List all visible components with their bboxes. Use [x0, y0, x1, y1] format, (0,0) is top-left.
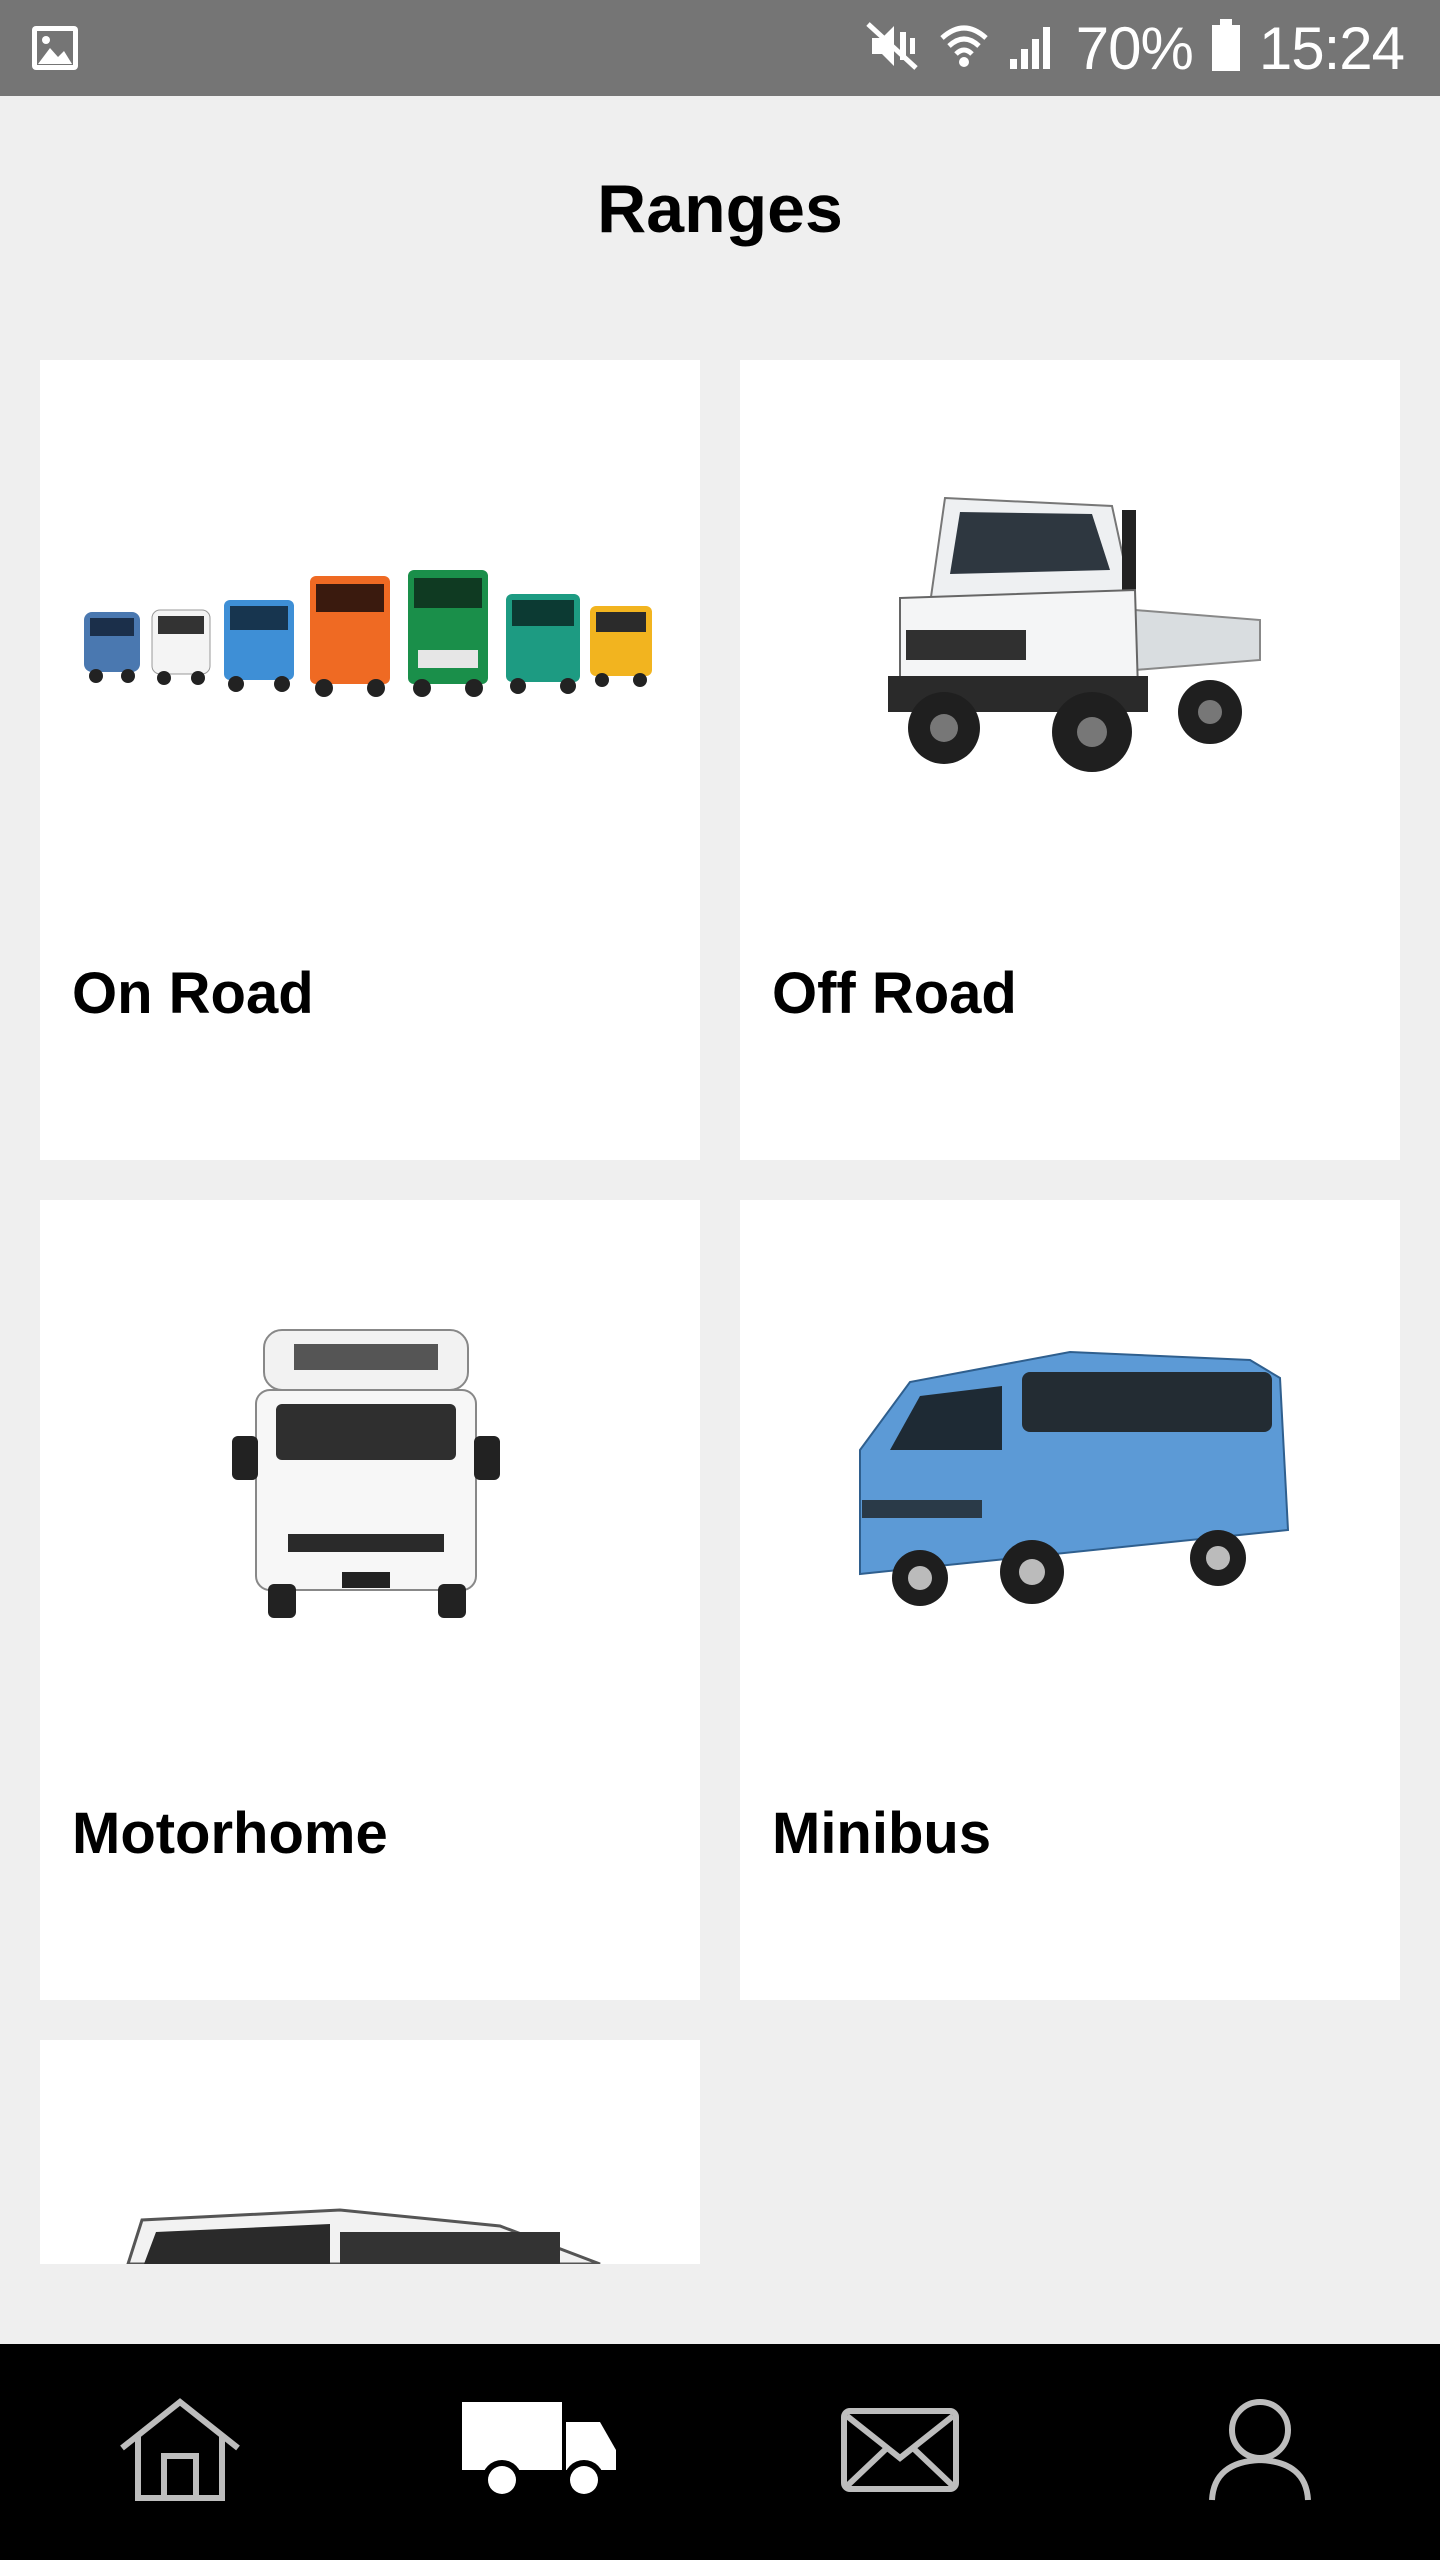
range-card-on-road[interactable]: On Road	[40, 360, 700, 1160]
home-icon	[118, 2397, 242, 2507]
nav-home[interactable]	[0, 2344, 360, 2560]
range-card-minibus[interactable]: Minibus	[740, 1200, 1400, 2000]
range-label-motorhome: Motorhome	[72, 1801, 388, 1866]
mute-vibrate-icon	[864, 18, 920, 79]
mail-icon	[841, 2407, 959, 2497]
status-indicators: 70% 15:24	[864, 14, 1405, 82]
clock: 15:24	[1258, 14, 1405, 82]
nav-profile[interactable]	[1080, 2344, 1440, 2560]
page-title: Ranges	[597, 171, 843, 247]
signal-icon	[1008, 21, 1058, 76]
user-icon	[1208, 2398, 1312, 2507]
bottom-nav	[0, 2344, 1440, 2560]
minibus-image	[740, 1200, 1400, 1760]
wifi-icon	[938, 18, 990, 79]
truck-icon	[460, 2398, 620, 2507]
nav-ranges[interactable]	[360, 2344, 720, 2560]
off-road-truck-image	[740, 360, 1400, 920]
motorhome-image	[40, 1200, 700, 1760]
range-label-minibus: Minibus	[772, 1801, 992, 1866]
range-label-off-road: Off Road	[772, 961, 1017, 1026]
status-bar: 70% 15:24	[0, 0, 1440, 96]
battery-icon	[1211, 18, 1241, 78]
nav-mail[interactable]	[720, 2344, 1080, 2560]
battery-percent: 70%	[1075, 14, 1194, 82]
range-label-on-road: On Road	[72, 961, 314, 1026]
range-card-motorhome[interactable]: Motorhome	[40, 1200, 700, 2000]
range-card-bus[interactable]	[40, 2040, 700, 2264]
on-road-trucks-image	[40, 360, 700, 920]
bus-image	[40, 2040, 700, 2264]
image-icon	[30, 24, 80, 72]
range-card-off-road[interactable]: Off Road	[740, 360, 1400, 1160]
